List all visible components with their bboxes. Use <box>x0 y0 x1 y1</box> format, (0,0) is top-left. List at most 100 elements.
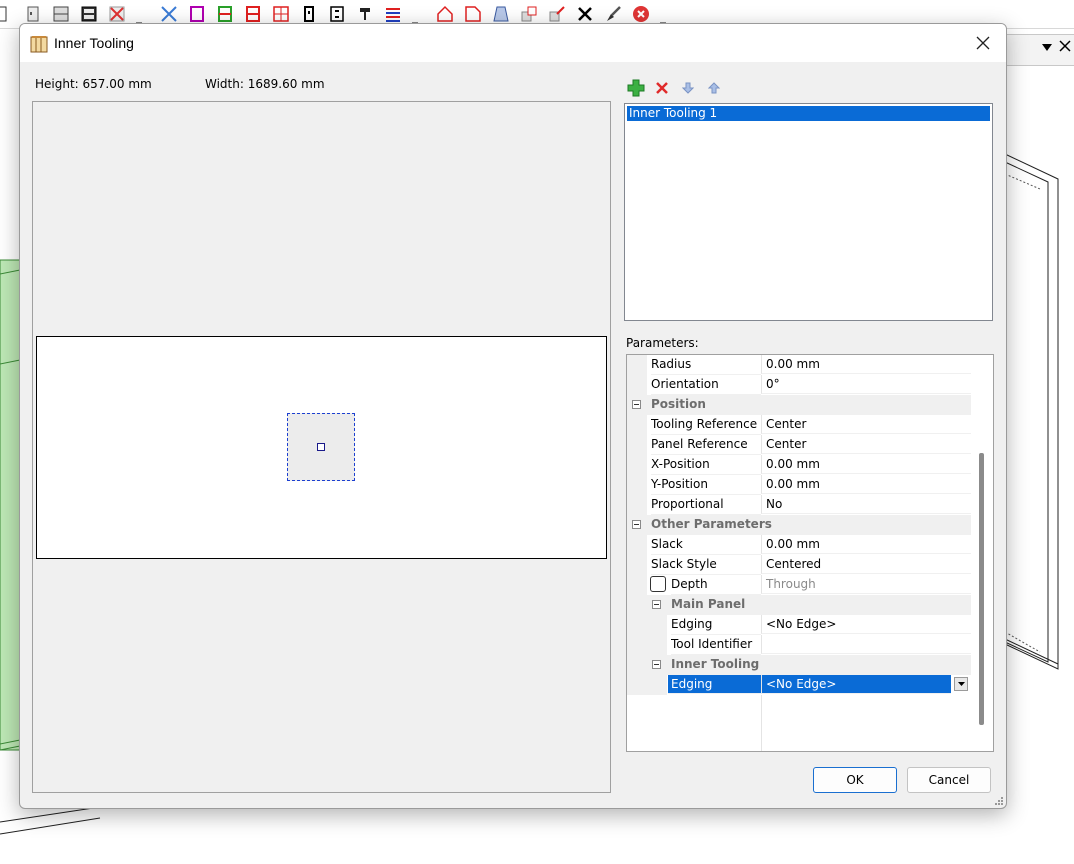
collapse-icon[interactable] <box>632 400 641 409</box>
move-up-button[interactable] <box>704 78 724 98</box>
property-row-tool-identifier[interactable]: Tool Identifier <box>627 635 971 655</box>
property-value[interactable]: 0.00 mm <box>761 535 971 554</box>
property-name: Radius <box>651 355 761 375</box>
category-label: Main Panel <box>671 597 746 611</box>
category-main-panel[interactable]: Main Panel <box>627 595 971 615</box>
combine-icon[interactable] <box>520 5 538 23</box>
row-gutter <box>647 635 667 655</box>
edging-select[interactable]: <No Edge> <box>761 675 951 694</box>
row-gutter <box>627 375 647 395</box>
frame-red-icon[interactable] <box>244 5 262 23</box>
dropdown-button[interactable] <box>954 677 968 691</box>
property-value[interactable]: 0.00 mm <box>761 355 971 374</box>
cut-icon[interactable] <box>576 5 594 23</box>
cancel-button[interactable]: Cancel <box>907 767 991 793</box>
row-gutter <box>627 615 647 635</box>
property-value[interactable]: Center <box>761 435 971 454</box>
property-value[interactable]: 0.00 mm <box>761 475 971 494</box>
split-icon[interactable] <box>548 5 566 23</box>
property-row-main-panel-edging[interactable]: Edging <No Edge> <box>627 615 971 635</box>
property-value[interactable]: 0° <box>761 375 971 394</box>
list-item[interactable]: Inner Tooling 1 <box>627 106 990 121</box>
property-value[interactable]: Centered <box>761 555 971 574</box>
delete-button[interactable] <box>652 78 672 98</box>
house-icon[interactable] <box>436 5 454 23</box>
close-button[interactable] <box>960 24 1006 62</box>
property-name: Slack <box>651 535 761 555</box>
cabinet-app-icon <box>30 36 48 53</box>
handle-icon[interactable] <box>328 5 346 23</box>
grid-scrollbar[interactable] <box>979 453 984 725</box>
move-down-icon <box>682 82 694 94</box>
property-row-panel-reference[interactable]: Panel Reference Center <box>627 435 971 455</box>
cabinet-icon[interactable] <box>80 5 98 23</box>
trapezoid-icon[interactable] <box>492 5 510 23</box>
grid-red-icon[interactable] <box>272 5 290 23</box>
property-row-inner-tooling-edging[interactable]: Edging <No Edge> <box>627 675 971 695</box>
corner-panel-icon[interactable] <box>464 5 482 23</box>
list-item-label: Inner Tooling 1 <box>629 106 718 120</box>
collapse-icon[interactable] <box>652 600 661 609</box>
property-row-slack-style[interactable]: Slack Style Centered <box>627 555 971 575</box>
inner-tooling-shape[interactable] <box>287 413 355 481</box>
property-value[interactable] <box>761 635 971 654</box>
resize-grip-icon[interactable] <box>992 794 1004 806</box>
property-value[interactable]: 0.00 mm <box>761 455 971 474</box>
frame-purple-icon[interactable] <box>188 5 206 23</box>
move-down-button[interactable] <box>678 78 698 98</box>
property-row-x-position[interactable]: X-Position 0.00 mm <box>627 455 971 475</box>
property-name: Tooling Reference <box>651 415 761 435</box>
depth-checkbox[interactable] <box>650 576 666 592</box>
property-row-radius[interactable]: Radius 0.00 mm <box>627 355 971 375</box>
toolbar-separator <box>136 8 142 23</box>
screw-icon[interactable] <box>356 5 374 23</box>
row-gutter <box>627 555 647 575</box>
close-icon <box>976 36 990 50</box>
category-inner-tooling[interactable]: Inner Tooling <box>627 655 971 675</box>
property-name: Tool Identifier <box>671 635 761 655</box>
category-position[interactable]: Position <box>627 395 971 415</box>
property-row-slack[interactable]: Slack 0.00 mm <box>627 535 971 555</box>
property-row-proportional[interactable]: Proportional No <box>627 495 971 515</box>
delete-icon <box>656 82 668 94</box>
hinge-icon[interactable] <box>300 5 318 23</box>
dropdown-arrow-icon[interactable] <box>1042 44 1052 52</box>
panel-icon[interactable] <box>0 5 10 23</box>
dialog-titlebar: Inner Tooling <box>20 24 1006 62</box>
property-name: X-Position <box>651 455 761 475</box>
add-button[interactable] <box>626 78 646 98</box>
frame-color-icon[interactable] <box>216 5 234 23</box>
property-row-tooling-reference[interactable]: Tooling Reference Center <box>627 415 971 435</box>
category-other-parameters[interactable]: Other Parameters <box>627 515 971 535</box>
panel-outline <box>36 336 607 559</box>
tooling-list[interactable]: Inner Tooling 1 <box>624 103 993 321</box>
move-up-icon <box>708 82 720 94</box>
tools-icon[interactable] <box>160 5 178 23</box>
property-value[interactable]: <No Edge> <box>761 615 971 634</box>
collapse-icon[interactable] <box>632 520 641 529</box>
drawer-icon[interactable] <box>52 5 70 23</box>
property-row-orientation[interactable]: Orientation 0° <box>627 375 971 395</box>
property-name: Depth <box>671 575 761 595</box>
close-pane-icon[interactable] <box>1059 40 1071 52</box>
panel-preview[interactable] <box>32 101 611 793</box>
property-row-depth[interactable]: Depth Through <box>627 575 971 595</box>
property-value[interactable]: Center <box>761 415 971 434</box>
collapse-icon[interactable] <box>652 660 661 669</box>
door-icon[interactable] <box>24 5 42 23</box>
parameters-grid[interactable]: Radius 0.00 mm Orientation 0° Position T… <box>626 354 994 752</box>
delete-cabinet-icon[interactable] <box>108 5 126 23</box>
row-gutter <box>627 575 647 595</box>
cancel-icon[interactable] <box>632 5 650 23</box>
row-gutter <box>627 435 647 455</box>
brush-icon[interactable] <box>604 5 622 23</box>
row-gutter <box>627 495 647 515</box>
parameters-label: Parameters: <box>626 336 699 350</box>
property-value[interactable]: No <box>761 495 971 514</box>
property-row-y-position[interactable]: Y-Position 0.00 mm <box>627 475 971 495</box>
row-gutter <box>627 415 647 435</box>
ok-button[interactable]: OK <box>813 767 897 793</box>
tooling-center-handle[interactable] <box>317 443 325 451</box>
row-gutter <box>627 635 647 655</box>
layers-icon[interactable] <box>384 5 402 23</box>
